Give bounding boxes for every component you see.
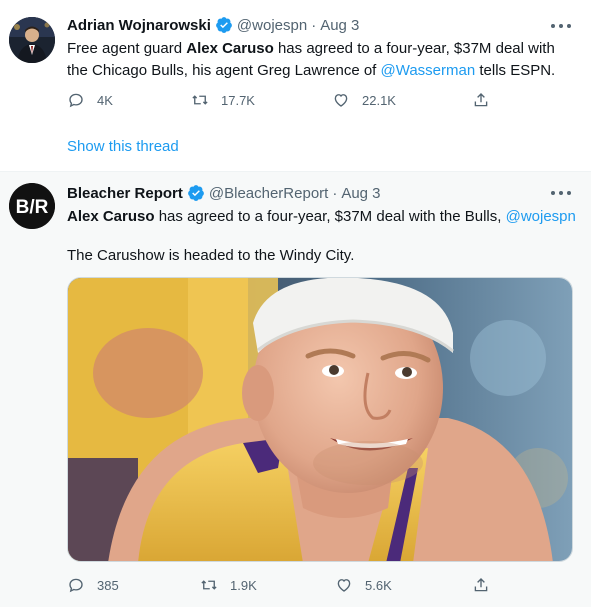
reply-button[interactable]: 4K (67, 90, 113, 110)
reply-count: 385 (97, 577, 119, 593)
text-segment: tells ESPN. (475, 62, 556, 79)
player-photo (68, 278, 572, 561)
like-button[interactable]: 5.6K (335, 575, 392, 595)
tweet-actions: 385 1.9K 5.6K (67, 575, 497, 595)
retweet-button[interactable]: 1.9K (200, 575, 257, 595)
reply-count: 4K (97, 92, 113, 108)
avatar-image: B/R (9, 183, 55, 229)
text-bold-name: Alex Caruso (186, 40, 274, 57)
retweet-icon (201, 580, 217, 590)
author-name[interactable]: Bleacher Report (67, 185, 183, 202)
like-icon (334, 94, 348, 107)
tweet-media-image[interactable] (67, 277, 573, 562)
verified-icon (216, 17, 232, 33)
share-icon (474, 578, 488, 592)
retweet-icon (192, 95, 208, 105)
avatar-wojnarowski[interactable] (9, 17, 55, 63)
avatar-bleacher-report[interactable]: B/R (9, 183, 55, 229)
mention-link[interactable]: @Wasserman (381, 62, 476, 79)
reply-button[interactable]: 385 (67, 575, 119, 595)
tweet-text: Alex Caruso has agreed to a four-year, $… (67, 206, 579, 228)
like-count: 5.6K (365, 577, 392, 593)
like-button[interactable]: 22.1K (332, 90, 396, 110)
tweet-bleacher-report[interactable]: B/R Bleacher Report @BleacherReport · Au… (0, 172, 591, 607)
share-button[interactable] (472, 575, 490, 595)
mention-link[interactable]: @wojespn (506, 208, 576, 225)
share-icon (474, 93, 488, 107)
like-icon (337, 579, 351, 592)
author-handle[interactable]: @wojespn (237, 17, 307, 34)
tweet-actions: 4K 17.7K 22.1K (67, 90, 497, 110)
tweet-date[interactable]: Aug 3 (341, 185, 380, 202)
tweet-date[interactable]: Aug 3 (320, 17, 359, 34)
author-handle[interactable]: @BleacherReport (209, 185, 328, 202)
reply-icon (69, 578, 83, 593)
reply-icon (69, 93, 83, 108)
avatar-image (9, 17, 55, 63)
avatar-logo-text: B/R (16, 197, 49, 218)
tweet-wojnarowski[interactable]: Adrian Wojnarowski @wojespn · Aug 3 Free… (0, 0, 591, 172)
like-count: 22.1K (362, 92, 396, 108)
tweet-header: Bleacher Report @BleacherReport · Aug 3 (67, 183, 381, 203)
separator-dot: · (332, 184, 338, 202)
text-segment: has agreed to a four-year, $37M deal wit… (154, 208, 506, 225)
show-thread-link[interactable]: Show this thread (67, 138, 179, 155)
retweet-count: 1.9K (230, 577, 257, 593)
more-icon[interactable] (551, 19, 571, 33)
author-name[interactable]: Adrian Wojnarowski (67, 17, 211, 34)
share-button[interactable] (472, 90, 490, 110)
separator-dot: · (311, 16, 317, 34)
tweet-text: Free agent guard Alex Caruso has agreed … (67, 38, 579, 82)
tweet-text-line2: The Carushow is headed to the Windy City… (67, 247, 355, 264)
retweet-button[interactable]: 17.7K (191, 90, 255, 110)
tweet-header: Adrian Wojnarowski @wojespn · Aug 3 (67, 15, 359, 35)
retweet-count: 17.7K (221, 92, 255, 108)
more-icon[interactable] (551, 186, 571, 200)
text-bold-name: Alex Caruso (67, 208, 155, 225)
verified-icon (187, 185, 204, 201)
text-segment: Free agent guard (67, 40, 187, 57)
